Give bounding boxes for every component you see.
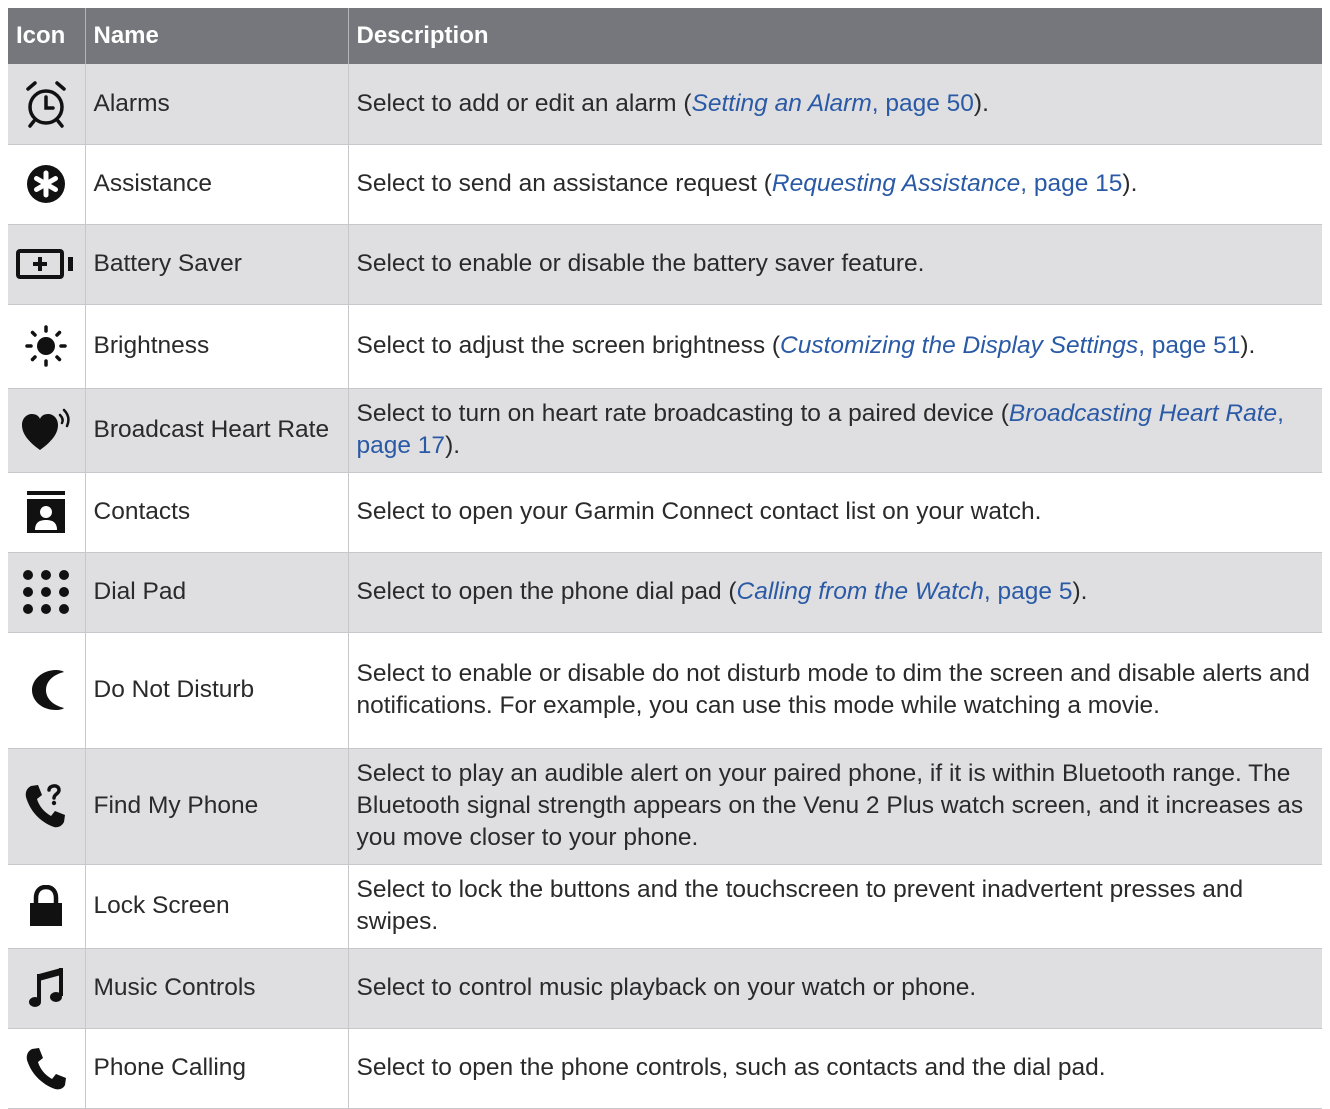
description-cell: Select to add or edit an alarm (Setting … xyxy=(348,64,1322,145)
table-row: Contacts Select to open your Garmin Conn… xyxy=(8,472,1322,553)
table-row: Music Controls Select to control music p… xyxy=(8,948,1322,1029)
description-cell: Select to adjust the screen brightness (… xyxy=(348,304,1322,389)
description-cell: Select to open the phone dial pad (Calli… xyxy=(348,552,1322,633)
description-cell: Select to lock the buttons and the touch… xyxy=(348,864,1322,949)
header-name: Name xyxy=(85,8,349,64)
description-cell: Select to send an assistance request (Re… xyxy=(348,144,1322,225)
page-reference-link[interactable]: Requesting Assistance, page 15 xyxy=(772,170,1123,197)
icon-cell xyxy=(8,948,86,1029)
table-row: Lock Screen Select to lock the buttons a… xyxy=(8,864,1322,949)
name-cell: Phone Calling xyxy=(85,1028,349,1109)
table-row: Find My Phone Select to play an audible … xyxy=(8,748,1322,865)
icon-cell xyxy=(8,472,86,553)
name-cell: Alarms xyxy=(85,64,349,145)
table-row: Alarms Select to add or edit an alarm (S… xyxy=(8,64,1322,145)
header-icon: Icon xyxy=(8,8,86,64)
name-cell: Contacts xyxy=(85,472,349,553)
header-row: Icon Name Description xyxy=(8,8,1322,64)
table-row: Do Not Disturb Select to enable or disab… xyxy=(8,632,1322,749)
page-reference-link[interactable]: Customizing the Display Settings, page 5… xyxy=(780,332,1240,359)
name-cell: Do Not Disturb xyxy=(85,632,349,749)
name-cell: Battery Saver xyxy=(85,224,349,305)
description-cell: Select to enable or disable do not distu… xyxy=(348,632,1322,749)
name-cell: Dial Pad xyxy=(85,552,349,633)
table-row: Dial Pad Select to open the phone dial p… xyxy=(8,552,1322,633)
page-reference-link[interactable]: Setting an Alarm, page 50 xyxy=(692,90,974,117)
broadcast-heart-icon xyxy=(22,408,70,450)
alarm-clock-icon xyxy=(26,81,66,128)
description-cell: Select to play an audible alert on your … xyxy=(348,748,1322,865)
header-description: Description xyxy=(348,8,1322,64)
music-note-icon xyxy=(29,968,64,1007)
contacts-icon xyxy=(27,491,66,533)
icon-cell xyxy=(8,632,86,749)
lock-icon xyxy=(30,885,63,926)
name-cell: Brightness xyxy=(85,304,349,389)
icon-cell xyxy=(8,224,86,305)
table-row: Brightness Select to adjust the screen b… xyxy=(8,304,1322,389)
brightness-icon xyxy=(25,325,67,367)
table-row: Assistance Select to send an assistance … xyxy=(8,144,1322,225)
description-cell: Select to open your Garmin Connect conta… xyxy=(348,472,1322,553)
table-row: Phone Calling Select to open the phone c… xyxy=(8,1028,1322,1109)
moon-icon xyxy=(32,670,65,710)
icon-cell xyxy=(8,388,86,473)
phone-icon xyxy=(26,1048,67,1090)
icon-cell xyxy=(8,748,86,865)
icon-cell xyxy=(8,1028,86,1109)
name-cell: Find My Phone xyxy=(85,748,349,865)
description-cell: Select to enable or disable the battery … xyxy=(348,224,1322,305)
icon-cell xyxy=(8,552,86,633)
dial-pad-icon xyxy=(23,570,70,614)
description-cell: Select to control music playback on your… xyxy=(348,948,1322,1029)
icon-cell xyxy=(8,64,86,145)
icon-cell xyxy=(8,864,86,949)
icon-cell xyxy=(8,144,86,225)
table-row: Broadcast Heart Rate Select to turn on h… xyxy=(8,388,1322,473)
page-reference-link[interactable]: Calling from the Watch, page 5 xyxy=(737,578,1073,605)
name-cell: Music Controls xyxy=(85,948,349,1029)
find-phone-icon xyxy=(25,784,66,828)
description-cell: Select to turn on heart rate broadcastin… xyxy=(348,388,1322,473)
battery-saver-icon xyxy=(16,249,74,279)
assistance-icon xyxy=(27,165,66,203)
table-row: Battery Saver Select to enable or disabl… xyxy=(8,224,1322,305)
name-cell: Lock Screen xyxy=(85,864,349,949)
description-cell: Select to open the phone controls, such … xyxy=(348,1028,1322,1109)
controls-table: Icon Name Description Alarms Select to a… xyxy=(8,8,1322,1109)
icon-cell xyxy=(8,304,86,389)
name-cell: Assistance xyxy=(85,144,349,225)
name-cell: Broadcast Heart Rate xyxy=(85,388,349,473)
